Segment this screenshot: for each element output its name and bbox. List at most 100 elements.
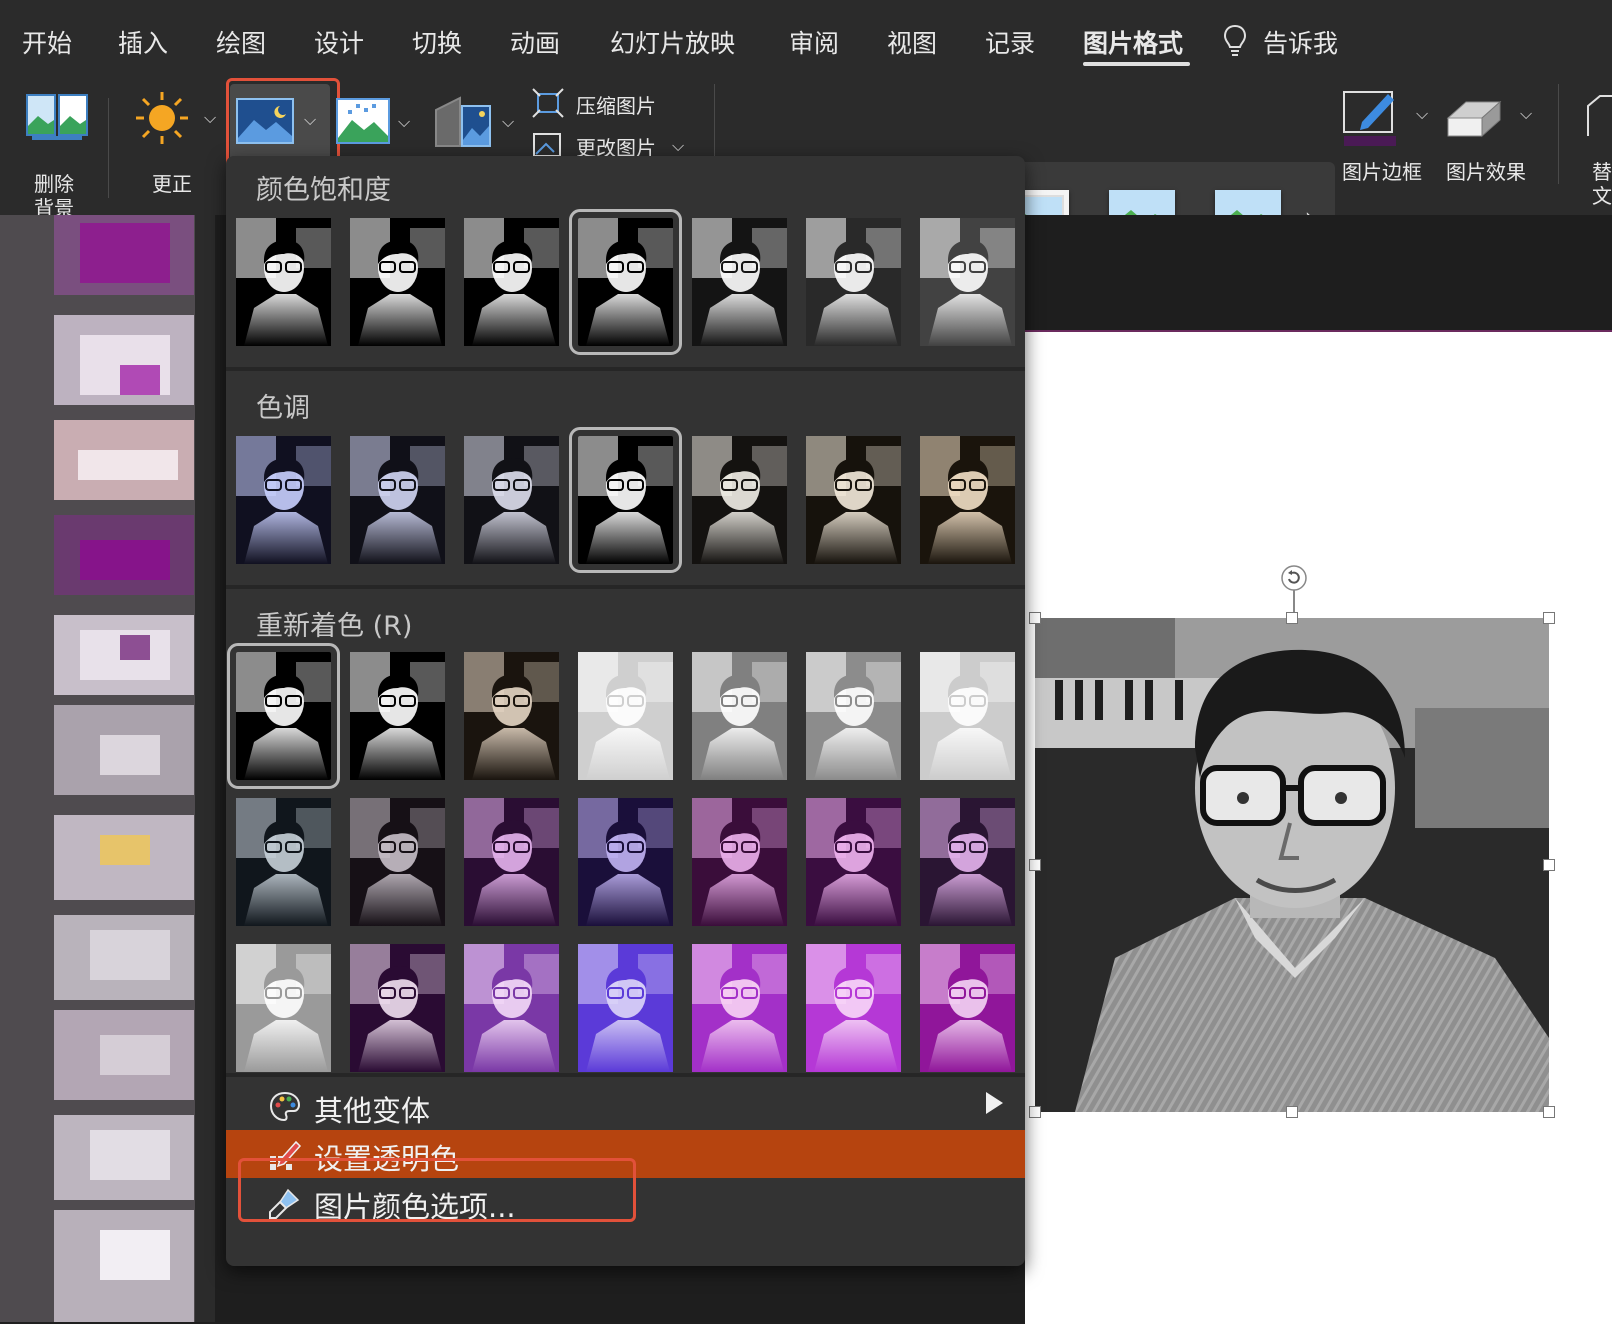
thumbnail-pixel xyxy=(100,735,160,775)
menu-divider xyxy=(226,1073,1025,1077)
recolor-option[interactable] xyxy=(578,944,673,1072)
tab-animations[interactable]: 动画 xyxy=(510,24,560,60)
artistic-effects-button[interactable]: ⌵ xyxy=(336,94,416,164)
lightbulb-icon[interactable] xyxy=(1222,24,1248,58)
transparency-icon xyxy=(435,96,491,147)
chevron-down-icon[interactable]: ⌵ xyxy=(1416,104,1428,124)
recolor-option[interactable] xyxy=(578,652,673,780)
resize-handle-n[interactable] xyxy=(1286,612,1298,624)
thumbnail-pixel xyxy=(78,450,178,480)
chevron-down-icon[interactable]: ⌵ xyxy=(502,112,514,132)
chevron-down-icon[interactable]: ⌵ xyxy=(1520,104,1532,124)
thumbnail-pixel xyxy=(80,223,170,283)
tone-option[interactable] xyxy=(692,436,787,564)
resize-handle-ne[interactable] xyxy=(1543,612,1555,624)
thumbnail-pixel xyxy=(100,1035,170,1075)
tab-picture-format[interactable]: 图片格式 xyxy=(1083,24,1183,60)
recolor-option[interactable] xyxy=(350,798,445,926)
alt-text-icon[interactable] xyxy=(1586,94,1612,138)
ribbon-divider xyxy=(1558,84,1559,184)
saturation-option[interactable] xyxy=(920,218,1015,346)
recolor-option[interactable] xyxy=(920,652,1015,780)
saturation-option[interactable] xyxy=(569,209,682,355)
selected-picture[interactable] xyxy=(1035,618,1549,1112)
saturation-option[interactable] xyxy=(692,218,787,346)
compress-pictures-button[interactable]: 压缩图片 xyxy=(576,90,656,119)
tab-view[interactable]: 视图 xyxy=(887,24,937,60)
color-dropdown-menu: 颜色饱和度 色调 重新着色 (R) 其他变体 设置透明色 图片颜色选项... xyxy=(226,156,1025,1266)
rotate-icon[interactable] xyxy=(1280,564,1308,592)
pane-scrollbar[interactable] xyxy=(195,215,215,1322)
resize-handle-e[interactable] xyxy=(1543,859,1555,871)
resize-handle-s[interactable] xyxy=(1286,1106,1298,1118)
thumbnail-pixel xyxy=(80,540,170,580)
tab-review[interactable]: 审阅 xyxy=(789,24,839,60)
tab-tell-me[interactable]: 告诉我 xyxy=(1263,24,1338,60)
thumbnail-pixel xyxy=(90,1130,170,1180)
recolor-option[interactable] xyxy=(806,944,901,1072)
resize-handle-sw[interactable] xyxy=(1029,1106,1041,1118)
recolor-option[interactable] xyxy=(236,798,331,926)
recolor-option[interactable] xyxy=(920,798,1015,926)
tone-option[interactable] xyxy=(920,436,1015,564)
picture-border-label: 图片边框 xyxy=(1342,160,1422,184)
palette-icon xyxy=(269,1091,301,1122)
recolor-option[interactable] xyxy=(227,643,340,789)
corrections-button[interactable]: ⌵ 更正 xyxy=(130,90,222,200)
tab-draw[interactable]: 绘图 xyxy=(216,24,266,60)
recolor-option[interactable] xyxy=(920,944,1015,1072)
compress-pictures-icon xyxy=(532,88,564,118)
saturation-option[interactable] xyxy=(350,218,445,346)
recolor-option[interactable] xyxy=(806,652,901,780)
recolor-option[interactable] xyxy=(692,798,787,926)
recolor-option[interactable] xyxy=(692,944,787,1072)
saturation-option[interactable] xyxy=(464,218,559,346)
remove-background-button[interactable]: 删除 背景 xyxy=(22,90,92,220)
saturation-option[interactable] xyxy=(806,218,901,346)
transparency-button[interactable]: ⌵ xyxy=(434,94,520,164)
thumbnail-pixel xyxy=(100,835,150,865)
sun-icon xyxy=(136,92,188,144)
corrections-label: 更正 xyxy=(152,172,192,196)
menu-divider xyxy=(226,585,1025,589)
chevron-down-icon[interactable]: ⌵ xyxy=(398,112,410,132)
recolor-option[interactable] xyxy=(236,944,331,1072)
chevron-down-icon[interactable]: ⌵ xyxy=(672,136,684,156)
remove-background-icon xyxy=(26,94,88,140)
chevron-down-icon[interactable]: ⌵ xyxy=(204,108,216,128)
recolor-option[interactable] xyxy=(578,798,673,926)
tone-option[interactable] xyxy=(236,436,331,564)
slide-thumbnail-pane[interactable] xyxy=(0,215,215,1322)
tone-option[interactable] xyxy=(569,427,682,573)
recolor-option[interactable] xyxy=(692,652,787,780)
recolor-option[interactable] xyxy=(350,652,445,780)
saturation-option[interactable] xyxy=(236,218,331,346)
recolor-option[interactable] xyxy=(464,652,559,780)
more-variations-item[interactable]: 其他变体 xyxy=(226,1082,1025,1130)
tone-option[interactable] xyxy=(806,436,901,564)
tab-home[interactable]: 开始 xyxy=(22,24,72,60)
tab-transitions[interactable]: 切换 xyxy=(412,24,462,60)
portrait-photo xyxy=(1035,618,1549,1112)
tone-option[interactable] xyxy=(350,436,445,564)
active-tab-indicator xyxy=(1083,62,1190,66)
resize-handle-se[interactable] xyxy=(1543,1106,1555,1118)
tab-design[interactable]: 设计 xyxy=(314,24,364,60)
tab-record[interactable]: 记录 xyxy=(985,24,1035,60)
more-variations-label: 其他变体 xyxy=(314,1094,431,1128)
thumbnail-pixel xyxy=(90,930,170,980)
recolor-option[interactable] xyxy=(350,944,445,1072)
submenu-arrow-icon xyxy=(986,1092,1003,1114)
tab-insert[interactable]: 插入 xyxy=(118,24,168,60)
recolor-option[interactable] xyxy=(464,944,559,1072)
thumbnail-pixel xyxy=(120,635,150,660)
picture-effects-icon xyxy=(1446,100,1502,138)
tab-slideshow[interactable]: 幻灯片放映 xyxy=(610,24,735,60)
recolor-option[interactable] xyxy=(806,798,901,926)
resize-handle-w[interactable] xyxy=(1029,859,1041,871)
artistic-effects-icon xyxy=(336,98,390,144)
resize-handle-nw[interactable] xyxy=(1029,612,1041,624)
recolor-option[interactable] xyxy=(464,798,559,926)
tone-option[interactable] xyxy=(464,436,559,564)
ribbon-divider xyxy=(108,98,109,198)
